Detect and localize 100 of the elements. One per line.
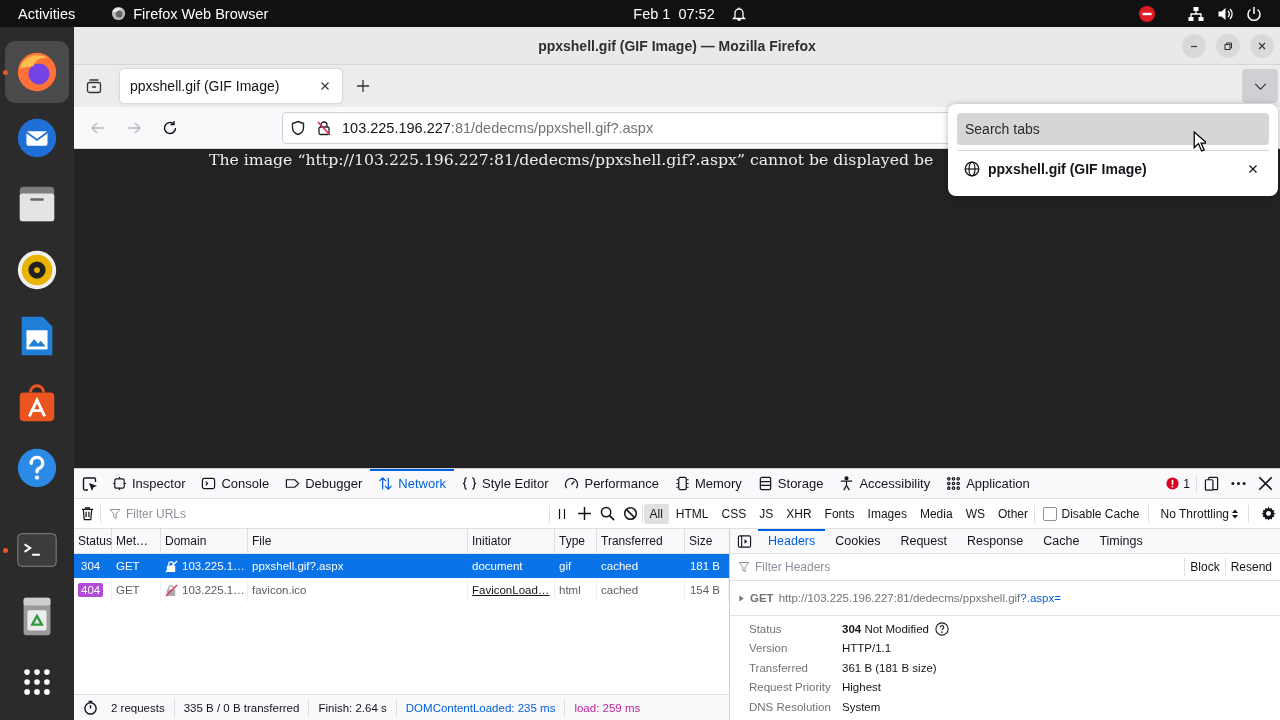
- no-entry-icon[interactable]: [1139, 5, 1155, 22]
- bell-icon: [730, 5, 747, 22]
- column-header[interactable]: Domain: [161, 529, 248, 553]
- field-label: Version: [749, 642, 789, 655]
- window-title: ppxshell.gif (GIF Image) — Mozilla Firefox: [538, 37, 816, 54]
- devtools-tab[interactable]: Performance: [556, 469, 667, 498]
- column-header[interactable]: Size: [685, 529, 729, 553]
- crossed-lock-icon: [165, 583, 178, 597]
- crossed-lock-icon[interactable]: [316, 119, 332, 136]
- close-icon: [320, 81, 330, 91]
- type-filter-button[interactable]: Images: [861, 503, 913, 524]
- details-tab[interactable]: Headers: [758, 529, 826, 553]
- devtools-tab[interactable]: Console: [193, 469, 278, 498]
- devtools-tab[interactable]: Debugger: [277, 469, 371, 498]
- browser-tab[interactable]: ppxshell.gif (GIF Image): [120, 69, 342, 103]
- clock-button[interactable]: Feb 1 07:52: [633, 2, 715, 25]
- type-filter-button[interactable]: All: [643, 503, 669, 524]
- type-filter-button[interactable]: HTML: [669, 503, 715, 524]
- devtools-tab[interactable]: Network: [370, 469, 454, 498]
- column-header[interactable]: Met…: [112, 529, 161, 553]
- field-value: HTTP/1.1: [842, 642, 892, 655]
- app-menu-button[interactable]: Firefox Web Browser: [111, 2, 269, 25]
- table-cell: 103.225.1…: [182, 560, 245, 572]
- devtools-tab[interactable]: Accessibility: [831, 469, 939, 498]
- type-filter-button[interactable]: XHR: [780, 503, 818, 524]
- field-value: System: [842, 700, 881, 713]
- action-button[interactable]: Resend: [1225, 560, 1277, 574]
- devtools-tab[interactable]: Memory: [666, 469, 750, 498]
- type-filter-button[interactable]: Other: [991, 503, 1034, 524]
- field-label: Transferred: [749, 661, 809, 674]
- filter-urls-field[interactable]: Filter URLs: [126, 502, 549, 525]
- power-icon[interactable]: [1246, 5, 1262, 22]
- throttling-select[interactable]: No Throttling: [1148, 506, 1248, 521]
- request-row[interactable]: 304 GET 103.225.1… ppxshell.gif?.aspx document gif cached 181 B: [74, 554, 729, 578]
- prompt-icon: [201, 476, 217, 491]
- devtools-tab[interactable]: Inspector: [104, 469, 194, 498]
- help-icon[interactable]: [934, 621, 949, 636]
- error-count-button[interactable]: 1: [1160, 476, 1196, 491]
- domcontentloaded-time: DOMContentLoaded: 235 ms: [395, 698, 565, 717]
- table-cell: cached: [601, 560, 639, 572]
- funnel-icon: [738, 561, 750, 573]
- table-cell-text: 304: [80, 559, 102, 573]
- tag-icon: [285, 476, 301, 491]
- column-header[interactable]: Initiator: [468, 529, 555, 553]
- shield-icon[interactable]: [290, 119, 306, 136]
- type-filter-button[interactable]: CSS: [715, 503, 753, 524]
- column-header[interactable]: File: [248, 529, 468, 553]
- transferred-total: 335 B / 0 B transferred: [173, 698, 309, 717]
- table-cell: gif: [559, 560, 572, 572]
- gauge-icon: [564, 476, 580, 491]
- filter-headers-field[interactable]: Filter Headers: [755, 556, 1185, 578]
- details-tab[interactable]: Request: [890, 529, 957, 553]
- initiator-link[interactable]: FaviconLoad…: [472, 584, 550, 596]
- checkbox[interactable]: [1043, 506, 1058, 521]
- column-header[interactable]: Status: [74, 529, 112, 553]
- status-badge: 404: [78, 583, 104, 597]
- field-label: Request Priority: [749, 681, 832, 694]
- type-filter-button[interactable]: Media: [913, 503, 959, 524]
- globe-icon: [964, 161, 980, 177]
- dot-grid-icon: [946, 476, 962, 491]
- disclosure-triangle-icon[interactable]: [738, 594, 745, 602]
- column-header[interactable]: Type: [555, 529, 597, 553]
- up-down-arrows-icon: [378, 476, 394, 491]
- error-icon: [1166, 477, 1180, 490]
- details-tab[interactable]: Timings: [1089, 529, 1153, 553]
- type-filter-button[interactable]: JS: [753, 503, 780, 524]
- activities-button[interactable]: Activities: [18, 2, 76, 25]
- field-value: 304 Not Modified: [842, 622, 929, 635]
- type-filter-button[interactable]: WS: [959, 503, 991, 524]
- trash-icon: [80, 506, 95, 521]
- tab-list-item[interactable]: ppxshell.gif (GIF Image): [957, 151, 1269, 187]
- details-tab[interactable]: Cookies: [825, 529, 891, 553]
- details-tab[interactable]: Cache: [1033, 529, 1090, 553]
- chevron-down-icon: [1253, 82, 1267, 90]
- finish-time: Finish: 2.64 s: [308, 698, 396, 717]
- devtools-tab[interactable]: Storage: [749, 469, 832, 498]
- type-filter-button[interactable]: Fonts: [818, 503, 861, 524]
- action-button[interactable]: Block: [1185, 560, 1225, 574]
- column-header[interactable]: Transferred: [597, 529, 685, 553]
- search-tabs-field[interactable]: Search tabs: [957, 113, 1269, 145]
- close-window-button[interactable]: [1250, 33, 1274, 58]
- devtools-tab[interactable]: Style Editor: [454, 469, 557, 498]
- checkbox-label[interactable]: Disable Cache: [1061, 506, 1140, 521]
- dock-item[interactable]: [5, 41, 69, 103]
- devtools-tab[interactable]: Application: [938, 469, 1038, 498]
- table-cell: 154 B: [689, 584, 720, 596]
- error-message: The image “http://103.225.196.227:81/dedecms/ppxshell.gif?.aspx” cannot be displayed be: [208, 149, 934, 169]
- search-icon: [600, 506, 615, 521]
- cursor-box-icon: [82, 475, 98, 492]
- request-count: 2 requests: [110, 700, 166, 716]
- speaker-icon[interactable]: [1217, 5, 1233, 22]
- request-url: http://103.225.196.227:81/dedecms/ppxshell.gif?.aspx=: [778, 592, 1061, 604]
- block-icon: [623, 506, 638, 521]
- network-icon[interactable]: [1188, 5, 1204, 22]
- details-tab[interactable]: Response: [957, 529, 1034, 553]
- maximize-button[interactable]: [1216, 33, 1240, 58]
- panel-icon: [736, 533, 752, 549]
- reload-icon: [162, 119, 178, 136]
- field-value: Highest: [842, 681, 881, 694]
- request-method: GET: [750, 592, 774, 604]
